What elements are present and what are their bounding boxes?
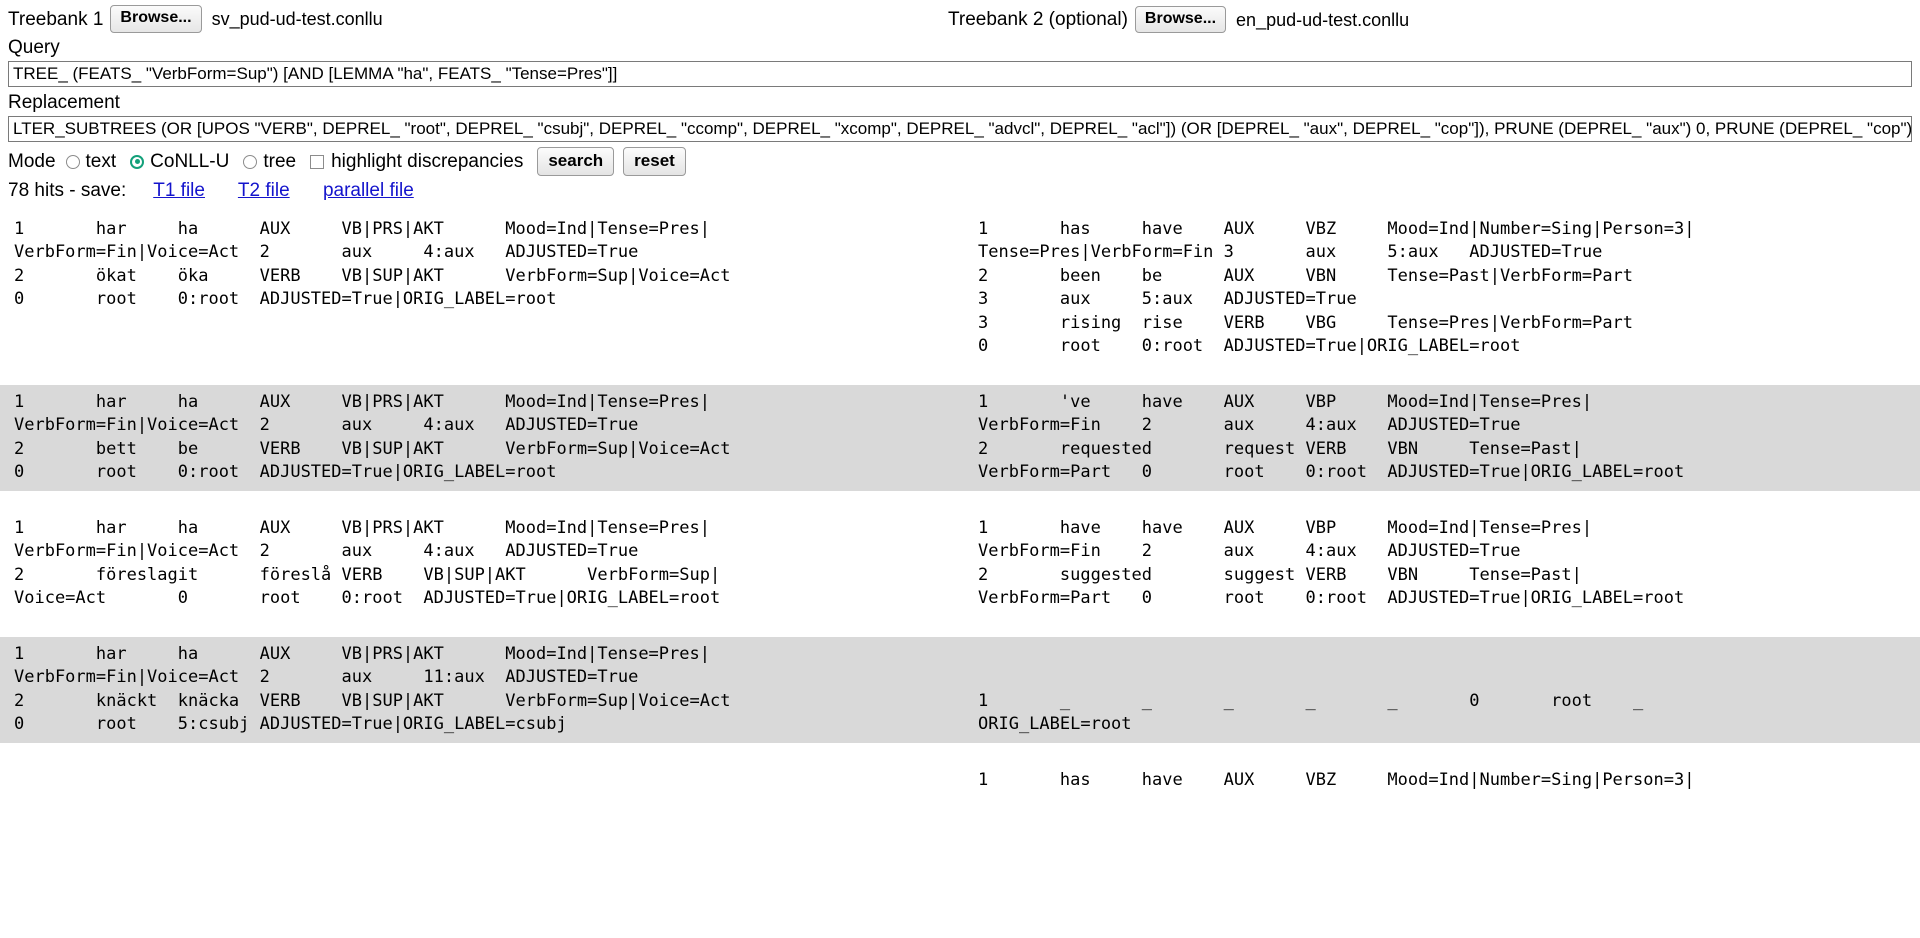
- result-col-treebank1: [0, 769, 960, 793]
- row-gap: [0, 364, 1920, 385]
- checkbox-unchecked-icon: [310, 154, 325, 169]
- row-gap: [0, 616, 1920, 637]
- replacement-input[interactable]: LTER_SUBTREES (OR [UPOS "VERB", DEPREL_ …: [8, 115, 1912, 142]
- treebank-selection-row: Treebank 1 Browse... sv_pud-ud-test.conl…: [0, 0, 1920, 34]
- result-row[interactable]: 1 har ha AUX VB|PRS|AKT Mood=Ind|Tense=P…: [0, 510, 1920, 617]
- radio-unchecked-icon: [243, 154, 258, 169]
- results-list[interactable]: 1 har ha AUX VB|PRS|AKT Mood=Ind|Tense=P…: [0, 211, 1920, 922]
- save-parallel-file-link[interactable]: parallel file: [323, 180, 414, 201]
- treebank1-browse-button[interactable]: Browse...: [110, 5, 202, 33]
- result-col-treebank1: 1 har ha AUX VB|PRS|AKT Mood=Ind|Tense=P…: [14, 643, 731, 735]
- replacement-label: Replacement: [8, 91, 120, 113]
- query-input[interactable]: TREE_ (FEATS_ "VerbForm=Sup") [AND [LEMM…: [8, 60, 1912, 87]
- result-row[interactable]: 1 has have AUX VBZ Mood=Ind|Number=Sing|…: [0, 762, 1920, 799]
- result-col-treebank2: 1 _ _ _ _ _ 0 root _ ORIG_LABEL=root: [978, 690, 1644, 735]
- reset-button[interactable]: reset: [623, 147, 686, 176]
- result-row[interactable]: 1 har ha AUX VB|PRS|AKT Mood=Ind|Tense=P…: [0, 384, 1920, 491]
- treebank1-group: Treebank 1 Browse... sv_pud-ud-test.conl…: [8, 5, 383, 33]
- results-header: 78 hits - save: T1 file T2 file parallel…: [0, 176, 1920, 206]
- mode-radio-text-label: text: [85, 150, 117, 172]
- mode-radio-conllu[interactable]: CoNLL-U: [130, 151, 229, 173]
- treebank1-filename: sv_pud-ud-test.conllu: [211, 9, 383, 29]
- radio-checked-icon: [130, 154, 145, 169]
- highlight-discrepancies-label: highlight discrepancies: [331, 150, 524, 172]
- result-col-treebank2: 1 has have AUX VBZ Mood=Ind|Number=Sing|…: [978, 218, 1695, 357]
- save-t2-file-link[interactable]: T2 file: [238, 180, 290, 201]
- result-row[interactable]: 1 har ha AUX VB|PRS|AKT Mood=Ind|Tense=P…: [0, 211, 1920, 365]
- mode-radio-tree-label: tree: [263, 150, 297, 172]
- row-gap: [0, 490, 1920, 511]
- row-gap: [0, 742, 1920, 763]
- mode-row: Mode text CoNLL-U tree highlight discrep…: [0, 144, 1920, 176]
- treebank2-label: Treebank 2 (optional): [948, 9, 1128, 31]
- hits-count-text: 78 hits - save:: [8, 179, 127, 201]
- treebank1-label: Treebank 1: [8, 8, 104, 30]
- result-col-treebank1: 1 har ha AUX VB|PRS|AKT Mood=Ind|Tense=P…: [14, 391, 731, 483]
- treebank2-browse-button[interactable]: Browse...: [1134, 6, 1227, 34]
- search-button[interactable]: search: [537, 147, 615, 176]
- treebank2-group: Treebank 2 (optional) Browse... en_pud-u…: [948, 6, 1410, 34]
- result-row[interactable]: 1 har ha AUX VB|PRS|AKT Mood=Ind|Tense=P…: [0, 636, 1920, 743]
- result-col-treebank2: 1 have have AUX VBP Mood=Ind|Tense=Pres|…: [978, 517, 1685, 609]
- result-col-treebank1: 1 har ha AUX VB|PRS|AKT Mood=Ind|Tense=P…: [14, 218, 731, 310]
- mode-radio-conllu-label: CoNLL-U: [150, 150, 230, 172]
- mode-radio-tree[interactable]: tree: [243, 151, 296, 173]
- result-col-treebank2: 1 've have AUX VBP Mood=Ind|Tense=Pres| …: [978, 391, 1685, 483]
- query-label: Query: [8, 37, 60, 58]
- mode-radio-text[interactable]: text: [65, 150, 117, 173]
- treebank2-filename: en_pud-ud-test.conllu: [1236, 9, 1410, 30]
- result-col-treebank1: 1 har ha AUX VB|PRS|AKT Mood=Ind|Tense=P…: [14, 517, 721, 609]
- mode-label: Mode: [8, 150, 56, 172]
- result-col-treebank2: 1 has have AUX VBZ Mood=Ind|Number=Sing|…: [978, 769, 1695, 790]
- app-root: Treebank 1 Browse... sv_pud-ud-test.conl…: [0, 0, 1920, 938]
- highlight-discrepancies-checkbox[interactable]: highlight discrepancies: [310, 151, 523, 173]
- save-t1-file-link[interactable]: T1 file: [153, 180, 205, 201]
- radio-unchecked-icon: [65, 154, 80, 169]
